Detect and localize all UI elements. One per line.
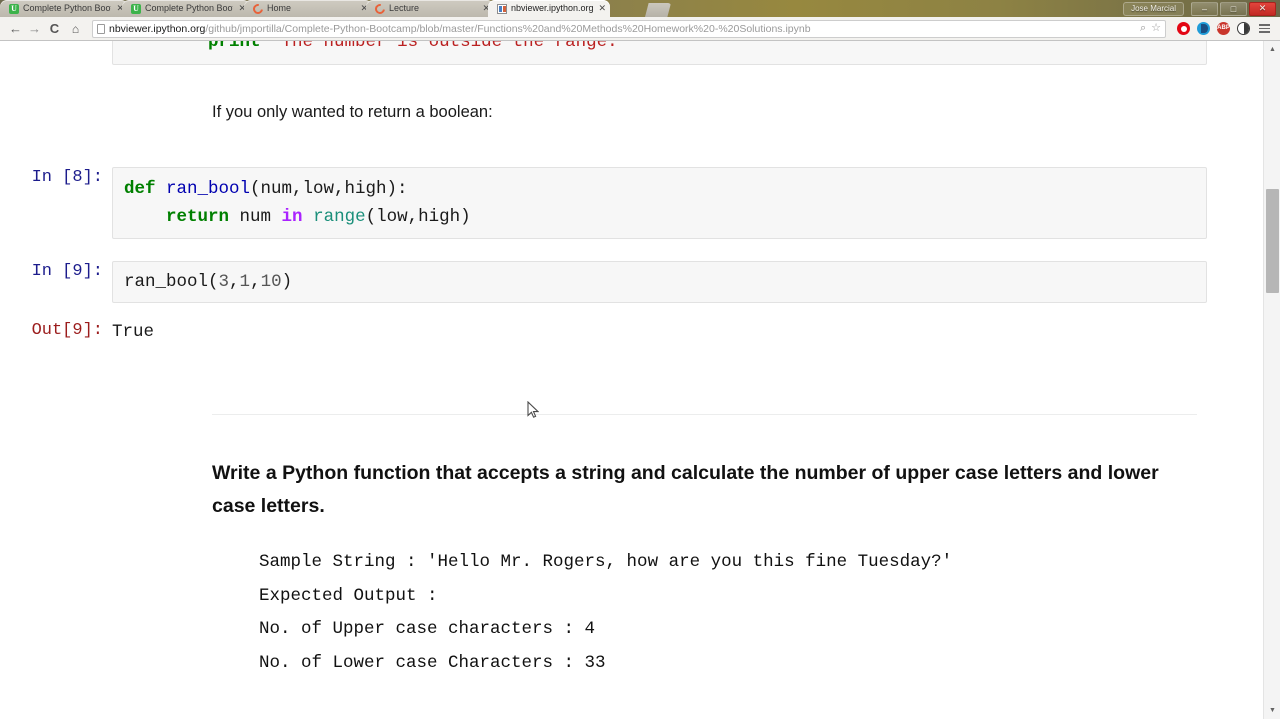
tab-title: Complete Python Bootcar: [145, 3, 233, 13]
home-icon[interactable]: ⌂: [65, 19, 86, 38]
code-keyword-return: return: [166, 207, 230, 227]
browser-tab-nbviewer-active[interactable]: nbviewer.ipython.org/gith ✕: [488, 0, 610, 17]
homework-question-heading: Write a Python function that accepts a s…: [212, 462, 1159, 517]
code-builtin-range: range: [302, 207, 366, 227]
back-arrow-icon[interactable]: ←: [6, 19, 25, 38]
address-bar[interactable]: nbviewer.ipython.org/github/jmportilla/C…: [92, 19, 1166, 38]
window-controls: Jose Marcial – □ ✕: [1123, 1, 1276, 16]
code-arg-2: 1: [239, 272, 251, 292]
code-keyword-print: print: [208, 41, 261, 52]
notebook-cell-in9: In [9]: ran_bool(3,1,10): [0, 261, 1262, 303]
code-function-name: ran_bool: [155, 179, 251, 199]
browser-tab-1[interactable]: U Complete Python Bootcar ✕: [0, 0, 128, 17]
code-call-name: ran_bool(: [124, 272, 219, 292]
code-string: "The number is outside the range.": [271, 41, 629, 52]
maximize-button[interactable]: □: [1220, 1, 1247, 16]
browser-tab-home[interactable]: Home ✕: [244, 0, 372, 17]
cell-output-value: True: [112, 322, 155, 342]
new-tab-button[interactable]: [645, 3, 671, 17]
close-button[interactable]: ✕: [1249, 1, 1276, 16]
sample-line-1: Sample String : 'Hello Mr. Rogers, how a…: [259, 552, 953, 572]
code-cell-top[interactable]: print "The number is outside the range.": [112, 41, 1207, 65]
minimize-button[interactable]: –: [1191, 1, 1218, 16]
browser-menu-icon[interactable]: [1255, 24, 1274, 33]
search-icon[interactable]: ⌕: [1140, 23, 1146, 34]
extension-record-icon[interactable]: [1177, 22, 1190, 35]
url-host: nbviewer.ipython.org: [109, 22, 206, 35]
omnibox-actions: ⌕ ☆: [1134, 23, 1161, 34]
code-comma-2: ,: [250, 272, 261, 292]
tab-title: Lecture: [389, 3, 420, 13]
extension-icons: ABP: [1170, 22, 1255, 35]
sample-line-3: No. of Upper case characters : 4: [259, 619, 596, 639]
code-arg-3: 10: [260, 272, 282, 292]
sample-line-4: No. of Lower case Characters : 33: [259, 652, 606, 673]
url-path: /github/jmportilla/Complete-Python-Bootc…: [205, 22, 811, 35]
code-range-args: (low,high): [365, 207, 471, 227]
section-divider: [212, 414, 1197, 415]
browser-tab-2[interactable]: U Complete Python Bootcar ✕: [122, 0, 250, 17]
code-close-paren: ): [281, 272, 293, 292]
code-params: (num,low,high):: [250, 179, 408, 199]
markdown-intro-text: If you only wanted to return a boolean:: [212, 103, 493, 121]
code-operator-in: in: [281, 207, 303, 227]
nbviewer-icon: [497, 3, 507, 14]
udemy-icon: U: [131, 3, 141, 14]
page-viewport: print "The number is outside the range."…: [0, 41, 1280, 719]
user-profile-button[interactable]: Jose Marcial: [1123, 1, 1184, 16]
menu-line: [1259, 31, 1270, 33]
browser-tab-lecture[interactable]: Lecture ✕: [366, 0, 494, 17]
tab-list: U Complete Python Bootcar ✕ U Complete P…: [0, 0, 610, 17]
scroll-up-arrow-icon[interactable]: ▲: [1264, 41, 1280, 58]
menu-line: [1259, 27, 1270, 30]
tab-title: Home: [267, 3, 292, 13]
jupyter-icon: [373, 1, 387, 16]
code-arg-1: 3: [218, 272, 230, 292]
bookmark-star-icon[interactable]: ☆: [1151, 23, 1161, 34]
notebook-cell-clipped: print "The number is outside the range.": [0, 41, 1262, 65]
url-text: nbviewer.ipython.org/github/jmportilla/C…: [109, 22, 811, 36]
udemy-icon: U: [9, 3, 19, 14]
forward-arrow-icon[interactable]: →: [25, 19, 44, 38]
reload-icon[interactable]: C: [44, 19, 65, 38]
extension-contrast-icon[interactable]: [1237, 22, 1250, 35]
code-comma-1: ,: [229, 272, 240, 292]
jupyter-icon: [251, 1, 265, 16]
code-var-num: num: [229, 207, 282, 227]
cell-prompt-in8: In [8]:: [31, 168, 103, 187]
menu-line: [1259, 24, 1270, 26]
notebook-document: print "The number is outside the range."…: [0, 41, 1262, 719]
cell-prompt-out9: Out[9]:: [31, 321, 103, 340]
code-cell-in8[interactable]: def ran_bool(num,low,high): return num i…: [112, 167, 1207, 239]
browser-window: U Complete Python Bootcar ✕ U Complete P…: [0, 0, 1280, 720]
page-document-icon: [97, 23, 105, 34]
tab-strip: U Complete Python Bootcar ✕ U Complete P…: [0, 0, 1280, 17]
scrollbar-thumb[interactable]: [1266, 189, 1279, 293]
sample-line-2: Expected Output :: [259, 585, 438, 606]
code-indent-2: [124, 207, 166, 227]
browser-toolbar: ← → C ⌂ nbviewer.ipython.org/github/jmpo…: [0, 17, 1280, 41]
notebook-cell-in8: In [8]: def ran_bool(num,low,high): retu…: [0, 167, 1262, 239]
notebook-cell-out9: Out[9]: True: [0, 320, 1262, 343]
code-cell-in9[interactable]: ran_bool(3,1,10): [112, 261, 1207, 303]
page-scrollbar[interactable]: ▲ ▼: [1263, 41, 1280, 719]
code-keyword-def: def: [124, 179, 156, 199]
adblock-plus-icon[interactable]: ABP: [1217, 22, 1230, 35]
tab-close-icon[interactable]: ✕: [598, 4, 606, 13]
tab-title: Complete Python Bootcar: [23, 3, 111, 13]
scroll-down-arrow-icon[interactable]: ▼: [1264, 702, 1280, 719]
tab-title: nbviewer.ipython.org/gith: [511, 3, 594, 13]
extension-pocket-icon[interactable]: [1197, 22, 1210, 35]
cell-prompt-in9: In [9]:: [31, 262, 103, 281]
